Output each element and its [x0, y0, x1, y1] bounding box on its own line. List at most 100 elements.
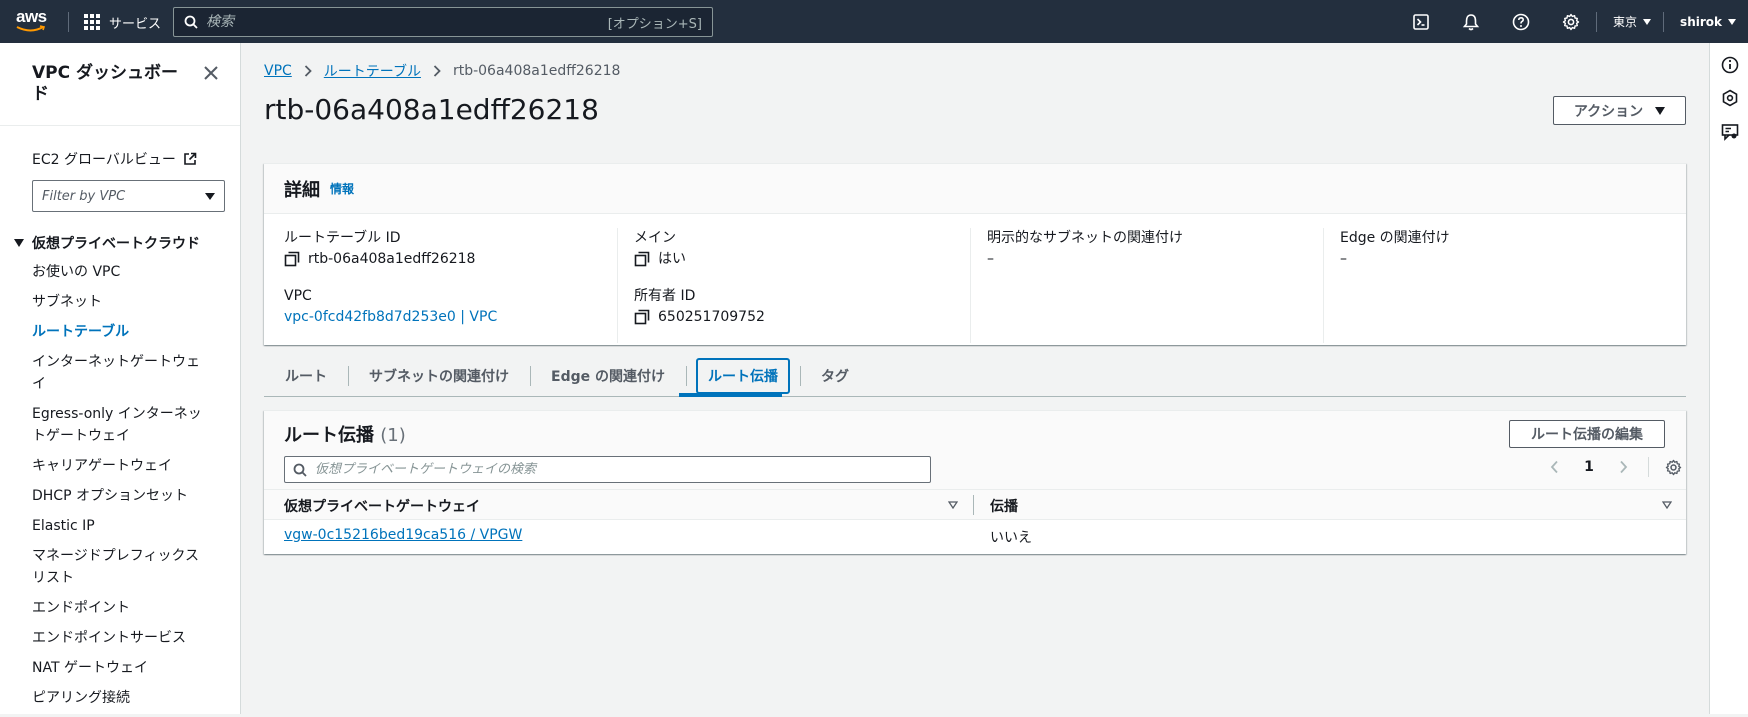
global-search[interactable]: [オプション+S] — [173, 7, 713, 37]
actions-button[interactable]: アクション — [1553, 96, 1686, 125]
page-title: rtb-06a408a1edff26218 — [264, 93, 599, 126]
vpc-filter-select[interactable]: Filter by VPC — [32, 180, 225, 212]
divider — [68, 12, 69, 32]
breadcrumb-current: rtb-06a408a1edff26218 — [452, 63, 621, 79]
global-search-input[interactable] — [206, 14, 608, 30]
details-column-2: メイン はい 所有者 ID 650251709752 — [617, 228, 970, 343]
table-header: 仮想プライベートゲートウェイ 伝播 — [264, 489, 1686, 520]
sidebar-item-endpoints[interactable]: エンドポイント — [32, 597, 212, 619]
region-label: 東京 — [1613, 15, 1638, 29]
edge-association-value: – — [1340, 251, 1347, 267]
tab-list: ルート サブネットの関連付け Edge の関連付け ルート伝播 タグ — [264, 356, 1686, 397]
side-navigation: VPC ダッシュボード EC2 グローバルビュー Filter by VPC 仮… — [0, 43, 241, 714]
cloudshell-icon — [1413, 13, 1429, 30]
pagination: 1 — [1550, 457, 1682, 477]
expand-triangle-icon — [14, 239, 24, 247]
route-table-id-label: ルートテーブル ID — [284, 230, 401, 246]
sidebar-title[interactable]: VPC ダッシュボード — [32, 63, 192, 105]
sidebar-item-your-vpcs[interactable]: お使いの VPC — [32, 261, 212, 283]
external-link-icon — [184, 152, 197, 165]
sidebar-item-peering[interactable]: ピアリング接続 — [32, 687, 212, 709]
breadcrumb-vpc[interactable]: VPC — [264, 63, 292, 79]
tab-tags[interactable]: タグ — [799, 364, 870, 388]
column-header-gateway[interactable]: 仮想プライベートゲートウェイ — [284, 496, 480, 516]
notifications-button[interactable] — [1446, 0, 1496, 43]
column-header-propagation[interactable]: 伝播 — [990, 496, 1018, 516]
active-tab-indicator — [679, 393, 782, 397]
bell-icon — [1462, 13, 1480, 30]
route-propagation-title: ルート伝播 (1) — [284, 421, 406, 447]
gateway-link[interactable]: vgw-0c15216bed19ca516 / VPGW — [284, 527, 522, 543]
search-shortcut-hint: [オプション+S] — [607, 16, 702, 32]
current-page[interactable]: 1 — [1575, 459, 1603, 475]
tab-routes[interactable]: ルート — [264, 364, 348, 388]
sidebar-section-vpc[interactable]: 仮想プライベートクラウド — [14, 233, 200, 253]
services-label: サービス — [109, 16, 162, 32]
tools-panel-bar — [1709, 43, 1748, 714]
tab-route-propagation[interactable]: ルート伝播 — [685, 358, 800, 394]
breadcrumb-route-tables[interactable]: ルートテーブル — [324, 61, 421, 81]
help-button[interactable] — [1496, 0, 1546, 43]
details-heading: 詳細 — [284, 179, 320, 201]
copy-icon[interactable] — [284, 251, 300, 267]
sidebar-item-endpoint-services[interactable]: エンドポイントサービス — [32, 627, 212, 649]
propagation-value: いいえ — [990, 530, 1032, 546]
sidebar-item-prefix-lists[interactable]: マネージドプレフィックスリスト — [32, 545, 212, 589]
actions-label: アクション — [1573, 103, 1644, 120]
divider — [0, 125, 240, 126]
details-column-3: 明示的なサブネットの関連付け – — [970, 228, 1323, 343]
sidebar-item-subnets[interactable]: サブネット — [32, 291, 212, 313]
vpc-link[interactable]: vpc-0fcd42fb8d7d253e0 | VPC — [284, 306, 617, 328]
cloudshell-button[interactable] — [1396, 0, 1446, 43]
gateway-search[interactable] — [284, 456, 931, 483]
copy-icon[interactable] — [634, 251, 650, 267]
aws-smile-icon — [16, 25, 46, 32]
caret-down-icon — [205, 192, 215, 200]
table-settings-gear-icon[interactable] — [1665, 459, 1682, 476]
sidebar-item-nat-gateways[interactable]: NAT ゲートウェイ — [32, 657, 212, 679]
chevron-right-icon — [433, 65, 441, 77]
vpc-filter-placeholder: Filter by VPC — [42, 188, 126, 204]
sidebar-item-elastic-ip[interactable]: Elastic IP — [32, 515, 212, 537]
aws-logo[interactable]: aws — [16, 8, 52, 34]
sidebar-item-dhcp-options[interactable]: DHCP オプションセット — [32, 485, 212, 507]
details-column-4: Edge の関連付け – — [1323, 228, 1676, 343]
edit-route-propagation-button[interactable]: ルート伝播の編集 — [1509, 420, 1665, 448]
feedback-icon[interactable] — [1721, 123, 1739, 141]
chevron-right-icon[interactable] — [1619, 460, 1628, 474]
column-divider[interactable] — [973, 495, 974, 515]
region-selector[interactable]: 東京 — [1597, 0, 1663, 43]
sort-down-icon[interactable] — [1662, 501, 1672, 509]
account-menu[interactable]: shirok — [1664, 0, 1748, 43]
tab-route-propagation-label: ルート伝播 — [695, 358, 790, 394]
sort-down-icon[interactable] — [948, 501, 958, 509]
search-icon — [293, 463, 307, 477]
sidebar-item-carrier-gateways[interactable]: キャリアゲートウェイ — [32, 455, 212, 477]
tab-subnet-associations[interactable]: サブネットの関連付け — [348, 364, 530, 388]
sidebar-item-route-tables[interactable]: ルートテーブル — [32, 321, 212, 343]
sidebar-section-label: 仮想プライベートクラウド — [32, 236, 200, 252]
explicit-subnet-value: – — [987, 251, 994, 267]
info-icon[interactable] — [1721, 56, 1739, 74]
sidebar-item-internet-gateways[interactable]: インターネットゲートウェイ — [32, 351, 212, 395]
table-row: vgw-0c15216bed19ca516 / VPGW いいえ — [264, 520, 1686, 553]
gateway-search-input[interactable] — [315, 462, 930, 477]
info-link[interactable]: 情報 — [330, 180, 354, 197]
search-icon — [184, 15, 198, 29]
owner-id-value: 650251709752 — [658, 309, 765, 325]
services-grid-icon — [84, 14, 100, 30]
services-menu-button[interactable]: サービス — [84, 12, 161, 32]
close-icon[interactable] — [203, 65, 219, 81]
hexagon-icon[interactable] — [1721, 89, 1739, 107]
tab-edge-associations[interactable]: Edge の関連付け — [530, 364, 686, 388]
divider — [1648, 457, 1649, 477]
settings-button[interactable] — [1546, 0, 1596, 43]
ec2-global-view-label: EC2 グローバルビュー — [32, 152, 176, 168]
ec2-global-view-link[interactable]: EC2 グローバルビュー — [32, 149, 197, 169]
copy-icon[interactable] — [634, 309, 650, 325]
sidebar-menu: お使いの VPC サブネット ルートテーブル インターネットゲートウェイ Egr… — [32, 261, 212, 717]
route-propagation-heading: ルート伝播 — [284, 425, 374, 446]
sidebar-item-egress-only-gateways[interactable]: Egress-only インターネットゲートウェイ — [32, 403, 212, 447]
chevron-left-icon[interactable] — [1550, 460, 1559, 474]
owner-id-label: 所有者 ID — [634, 288, 696, 304]
